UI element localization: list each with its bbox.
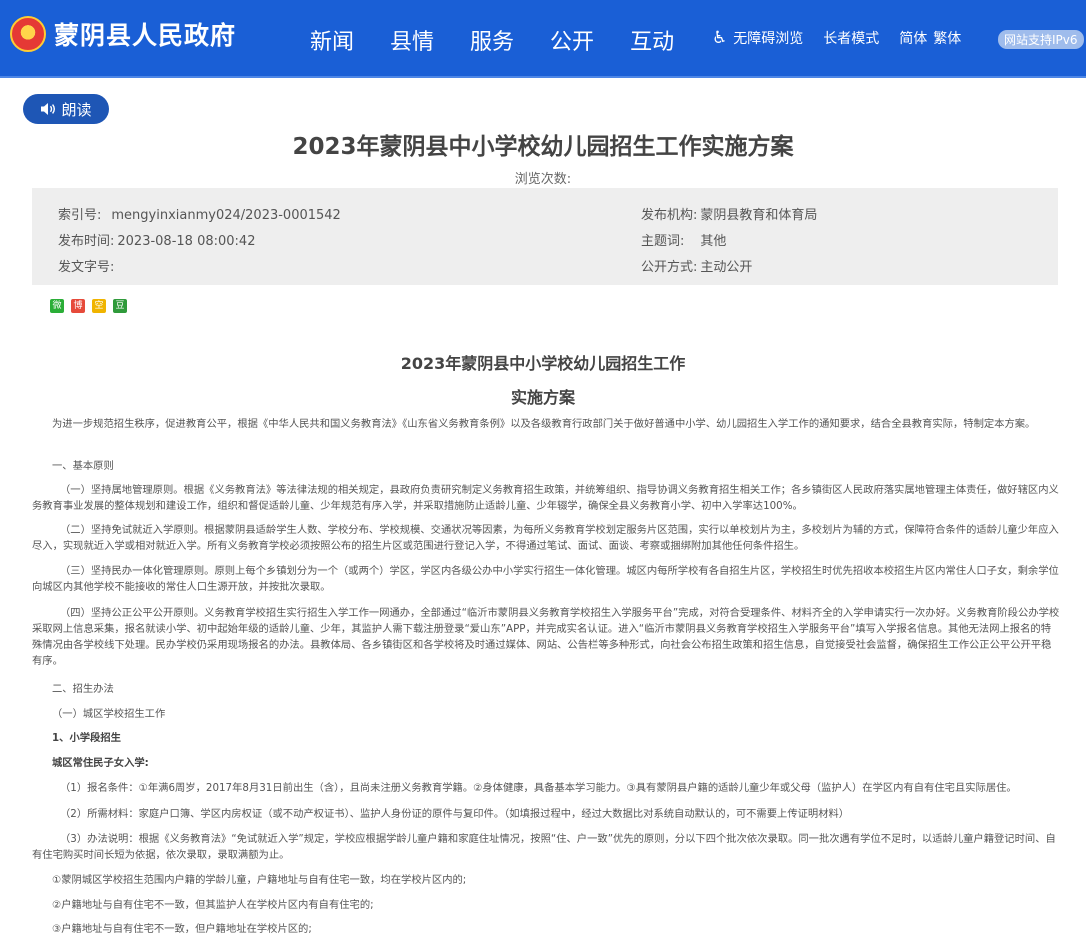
principle-paragraph-3: （三）坚持民办一体化管理原则。原则上每个乡镇划分为一个（或两个）学区，学区内各级… xyxy=(32,565,1059,593)
rule-item-2: ②户籍地址与自有住宅不一致，但其监护人在学校片区内有自有住宅的; xyxy=(52,899,374,911)
nav-interaction[interactable]: 互动 xyxy=(630,24,674,56)
meta-open-mode-value: 主动公开 xyxy=(700,260,753,275)
elder-mode-link[interactable]: 长者模式 xyxy=(823,28,879,48)
principle-paragraph-1: （一）坚持属地管理原则。根据《义务教育法》等法律法规的相关规定，县政府负责研究制… xyxy=(32,484,1059,512)
meta-publisher-label: 发布机构: xyxy=(641,208,698,223)
speaker-icon xyxy=(41,103,56,115)
read-aloud-button[interactable]: 朗读 xyxy=(23,94,109,124)
ipv6-badge: 网站支持IPv6 xyxy=(998,30,1084,49)
nav-disclosure[interactable]: 公开 xyxy=(550,24,594,56)
nav-county-info[interactable]: 县情 xyxy=(390,24,434,56)
traditional-chinese-link[interactable]: 繁体 xyxy=(933,28,961,48)
principle-paragraph-2: （二）坚持免试就近入学原则。根据蒙阴县适龄学生人数、学校分布、学校规模、交通状况… xyxy=(32,524,1059,552)
wheelchair-icon: ♿ xyxy=(712,28,728,48)
national-emblem-icon xyxy=(10,16,46,52)
rule-item-1: ①蒙阴城区学校招生范围内户籍的学龄儿童，户籍地址与自有住宅一致，均在学校片区内的… xyxy=(52,874,467,886)
view-count: 浏览次数: xyxy=(514,172,572,187)
main-nav: 新闻 县情 服务 公开 互动 xyxy=(310,24,710,56)
principle-paragraph-4: （四）坚持公正公平公开原则。义务教育学校招生实行招生入学工作一网通办，全部通过“… xyxy=(32,607,1060,667)
page-title: 2023年蒙阴县中小学校幼儿园招生工作实施方案 xyxy=(292,134,794,160)
meta-publisher-value: 蒙阴县教育和体育局 xyxy=(700,208,818,223)
share-bar: 微 博 空 豆 xyxy=(50,299,134,313)
site-name: 蒙阴县人民政府 xyxy=(54,21,237,50)
meta-topic-value: 其他 xyxy=(700,234,727,249)
meta-topic-label: 主题词: xyxy=(641,234,685,249)
meta-index: 索引号: mengyinxianmy024/2023-0001542 xyxy=(58,204,341,223)
subsection-heading-primary: 1、小学段招生 xyxy=(52,732,121,744)
meta-open-mode: 公开方式: 主动公开 xyxy=(641,256,752,275)
site-header: 蒙阴县人民政府 新闻 县情 服务 公开 互动 ♿ 无障碍浏览 长者模式 简体 繁体… xyxy=(0,0,1086,78)
nav-news[interactable]: 新闻 xyxy=(310,24,354,56)
document-title-line1: 2023年蒙阴县中小学校幼儿园招生工作 xyxy=(400,354,686,373)
section-heading-methods: 二、招生办法 xyxy=(52,683,114,695)
simplified-chinese-link[interactable]: 简体 xyxy=(899,28,927,48)
weibo-icon[interactable]: 博 xyxy=(71,299,85,313)
condition-paragraph-2: （2）所需材料：家庭户口簿、学区内房权证（或不动产权证书）、监护人身份证的原件与… xyxy=(60,808,850,820)
condition-paragraph-1: （1）报名条件：①年满6周岁，2017年8月31日前出生（含），且尚未注册义务教… xyxy=(60,782,1017,794)
condition-paragraph-3: （3）办法说明：根据《义务教育法》“免试就近入学”规定，学校应根据学龄儿童户籍和… xyxy=(32,833,1056,861)
nav-services[interactable]: 服务 xyxy=(470,24,514,56)
section-heading-principles: 一、基本原则 xyxy=(52,460,114,472)
meta-doc-number-label: 发文字号: xyxy=(58,260,115,275)
meta-date: 发布时间: 2023-08-18 08:00:42 xyxy=(58,230,255,249)
meta-doc-number: 发文字号: xyxy=(58,256,124,275)
intro-paragraph: 为进一步规范招生秩序，促进教育公平，根据《中华人民共和国义务教育法》《山东省义务… xyxy=(52,418,1036,430)
document-meta: 索引号: mengyinxianmy024/2023-0001542 发布机构: 蒙… xyxy=(32,188,1058,285)
meta-index-label: 索引号: xyxy=(58,208,102,223)
meta-index-value: mengyinxianmy024/2023-0001542 xyxy=(111,208,341,223)
douban-icon[interactable]: 豆 xyxy=(113,299,127,313)
meta-date-value: 2023-08-18 08:00:42 xyxy=(117,234,256,249)
meta-publisher: 发布机构: 蒙阴县教育和体育局 xyxy=(641,204,817,223)
rule-item-3: ③户籍地址与自有住宅不一致，但户籍地址在学校片区的; xyxy=(52,923,312,935)
accessibility-link[interactable]: ♿ 无障碍浏览 xyxy=(712,28,803,48)
qzone-icon[interactable]: 空 xyxy=(92,299,106,313)
meta-date-label: 发布时间: xyxy=(58,234,115,249)
document-title-line2: 实施方案 xyxy=(510,388,575,407)
meta-open-mode-label: 公开方式: xyxy=(641,260,698,275)
wechat-icon[interactable]: 微 xyxy=(50,299,64,313)
site-logo[interactable]: 蒙阴县人民政府 xyxy=(10,16,236,52)
subsection-heading-urban: （一）城区学校招生工作 xyxy=(52,708,166,720)
header-tools: ♿ 无障碍浏览 长者模式 简体 繁体 xyxy=(712,28,981,48)
read-aloud-label: 朗读 xyxy=(61,100,92,119)
meta-topic: 主题词: 其他 xyxy=(641,230,726,249)
accessibility-label: 无障碍浏览 xyxy=(733,31,804,47)
subsection-heading-residents: 城区常住民子女入学: xyxy=(52,757,149,769)
